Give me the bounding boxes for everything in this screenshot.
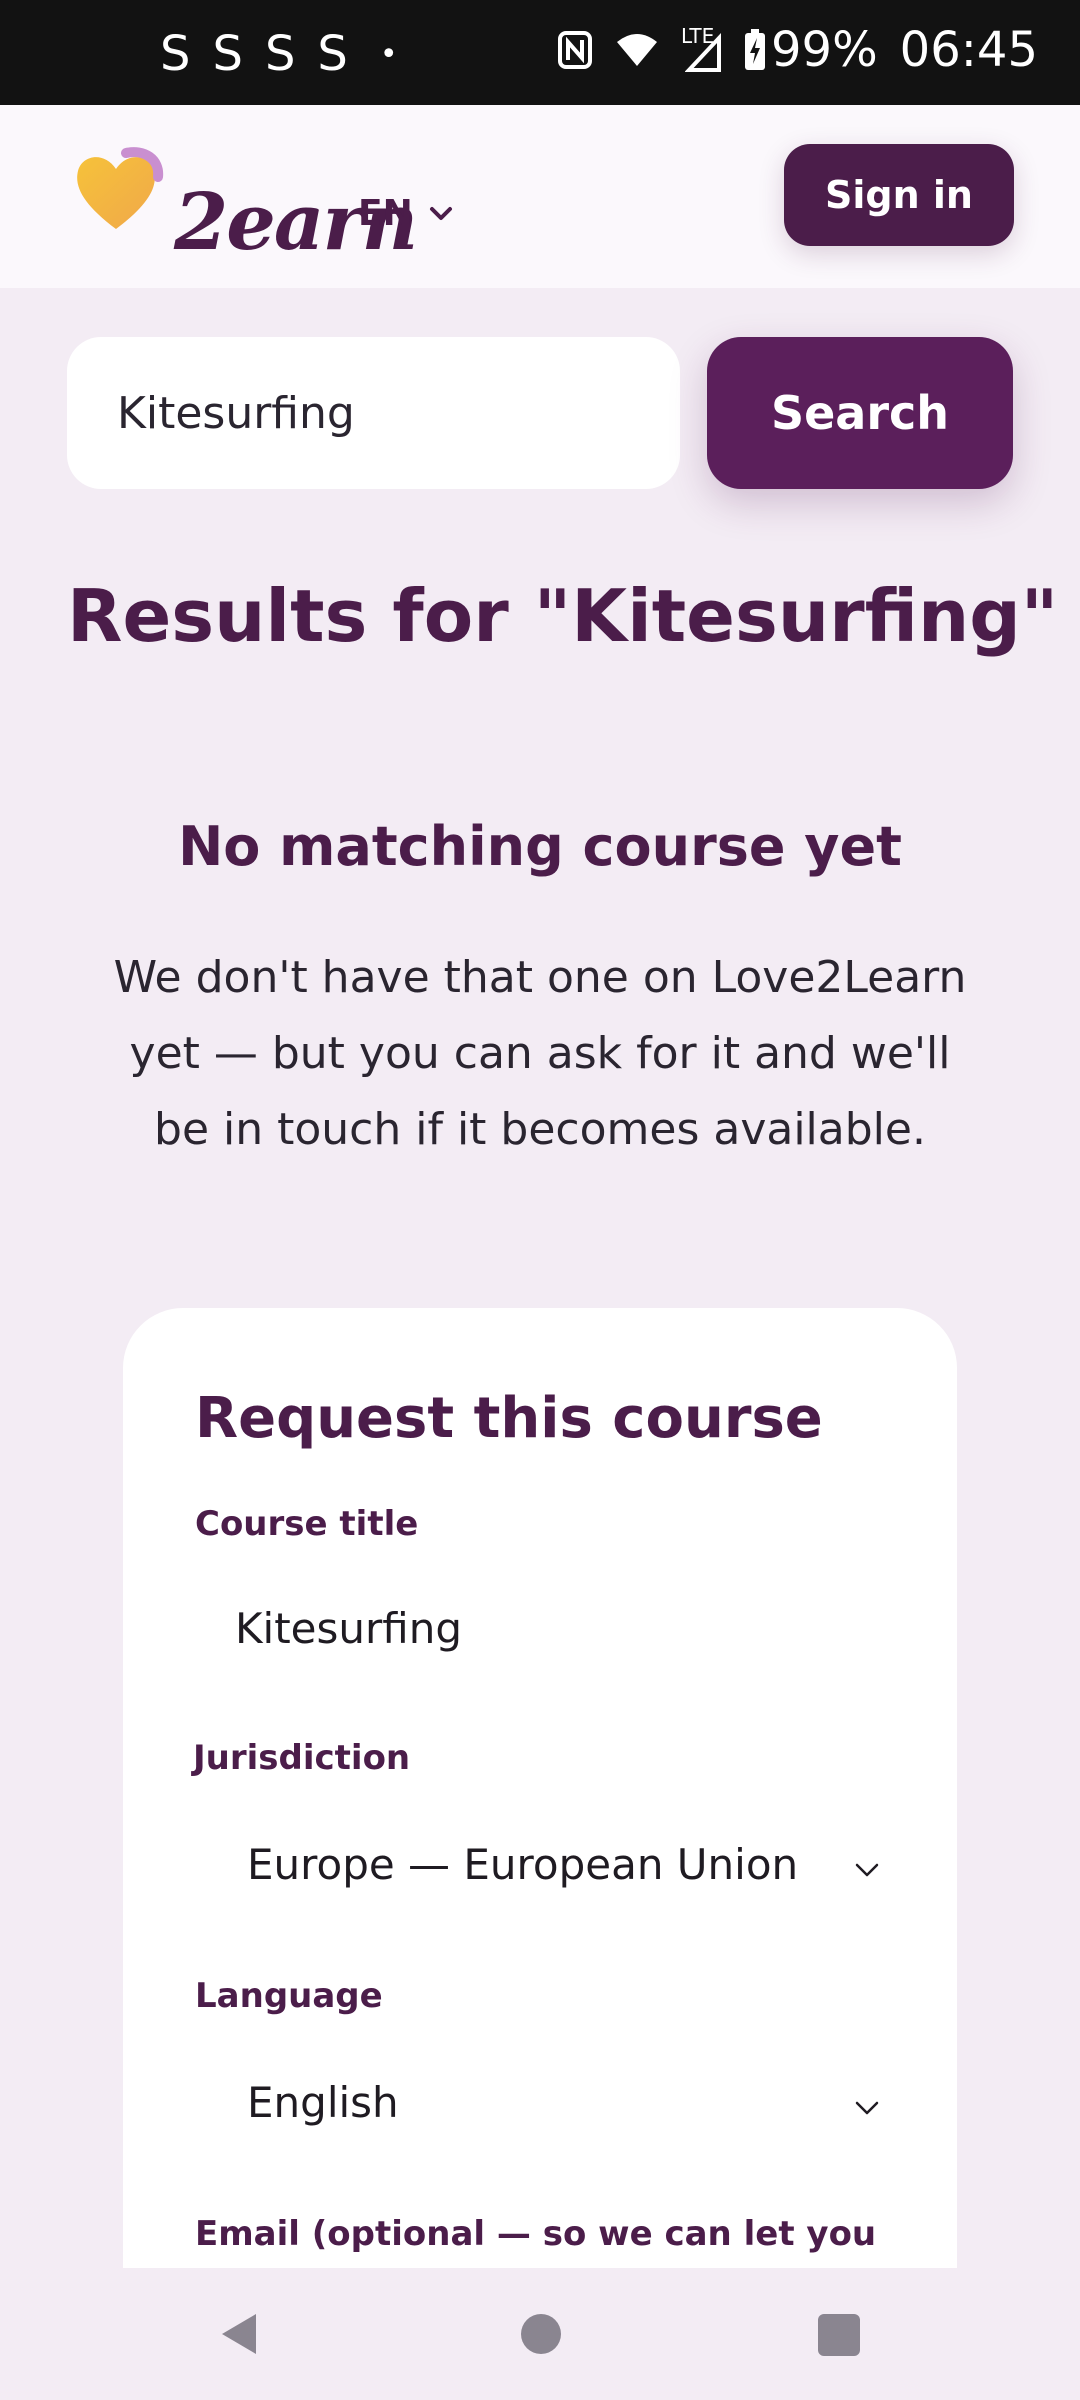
no-match-title: No matching course yet [178, 815, 902, 878]
course-title-label: Course title [195, 1504, 419, 1544]
notification-icon: S [212, 26, 243, 82]
notification-icon: S [317, 26, 348, 82]
email-label: Email (optional — so we can let you [195, 2214, 877, 2254]
chevron-down-icon [855, 2101, 879, 2115]
sign-in-button[interactable]: Sign in [784, 144, 1014, 246]
more-notifications-dot: • [379, 36, 398, 72]
chevron-down-icon [855, 1863, 879, 1877]
system-icons: LTE 99% 06:45 [557, 22, 1038, 78]
nfc-icon [557, 31, 592, 69]
language-selector[interactable]: EN [358, 193, 453, 234]
language-select[interactable]: English [247, 2078, 807, 2127]
course-title-field[interactable]: Kitesurfing [235, 1604, 462, 1653]
signal-icon: LTE [681, 24, 721, 72]
language-label: Language [195, 1976, 383, 2016]
notification-icon: S [160, 26, 191, 82]
wifi-icon [616, 34, 657, 66]
jurisdiction-select[interactable]: Europe — European Union (g [247, 1840, 807, 1889]
home-icon[interactable] [521, 2314, 561, 2354]
recent-apps-icon[interactable] [818, 2314, 860, 2356]
clock: 06:45 [899, 22, 1038, 78]
battery-percent: 99% [770, 22, 878, 78]
no-match-message: We don't have that one on Love2Learn yet… [113, 952, 967, 1155]
heart-logo-icon [77, 147, 164, 229]
notification-icon: S [264, 26, 296, 82]
request-course-card: Request this course Course title Kitesur… [123, 1308, 957, 2268]
search-button[interactable]: Search [707, 337, 1013, 489]
back-icon[interactable] [218, 2310, 260, 2358]
language-code: EN [358, 193, 413, 234]
battery-charging-icon [744, 29, 765, 70]
notification-icons: S S S S • [160, 26, 398, 82]
jurisdiction-label: Jurisdiction [193, 1738, 411, 1778]
results-title: Results for "Kitesurfing" [67, 574, 1059, 658]
request-card-title: Request this course [195, 1386, 823, 1451]
system-navigation-bar [0, 2268, 1080, 2400]
status-bar: S S S S • LTE 99% 06:45 [0, 0, 1080, 105]
chevron-down-icon [429, 206, 452, 220]
search-input-value: Kitesurfing [117, 387, 355, 439]
love2learn-logo[interactable]: 2earn [74, 147, 418, 268]
app-header: 2earn EN Sign in [0, 105, 1080, 288]
search-input[interactable]: Kitesurfing [67, 337, 680, 489]
